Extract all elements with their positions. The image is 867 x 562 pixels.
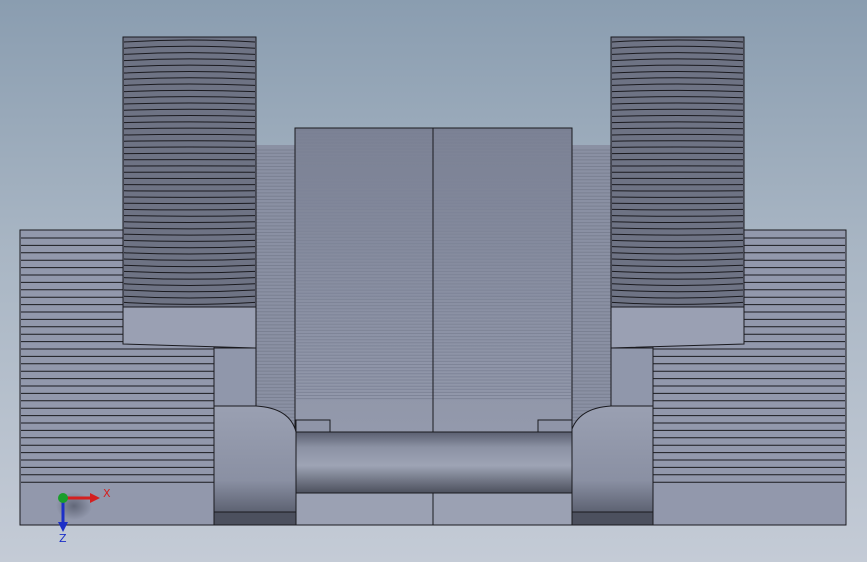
right-bottom-plate bbox=[570, 511, 654, 526]
right-yoke[interactable] bbox=[570, 405, 654, 513]
horizontal-cylinder[interactable] bbox=[295, 431, 573, 494]
x-axis-label: X bbox=[103, 487, 111, 500]
right-knob-collar[interactable] bbox=[610, 304, 745, 349]
knurl-line bbox=[123, 208, 256, 211]
left-bottom-plate bbox=[213, 511, 297, 526]
z-axis-label: Z bbox=[59, 532, 67, 545]
graphics-viewport[interactable]: X Z bbox=[0, 0, 867, 562]
y-axis-origin bbox=[58, 493, 68, 503]
cad-model[interactable] bbox=[19, 36, 847, 526]
left-yoke[interactable] bbox=[213, 405, 297, 513]
right-step bbox=[537, 419, 573, 434]
left-step bbox=[295, 419, 331, 434]
center-bottom-strip bbox=[295, 492, 573, 526]
left-knob-collar[interactable] bbox=[122, 304, 257, 349]
knurl-line bbox=[611, 208, 744, 211]
z-axis-arrowhead bbox=[58, 522, 68, 532]
